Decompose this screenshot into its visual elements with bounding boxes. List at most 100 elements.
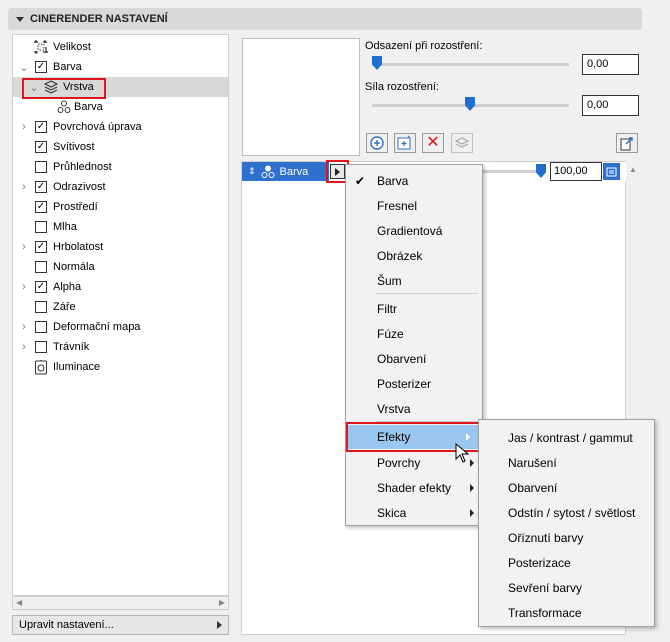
submenu-item[interactable]: Narušení [479, 451, 654, 475]
delete-icon: ✕ [426, 134, 440, 151]
tree-item-hrbolatost[interactable]: › ✓ Hrbolatost [13, 237, 228, 257]
duplicate-icon [454, 137, 470, 148]
tree-item-pruhlednost[interactable]: Průhlednost [13, 157, 228, 177]
collapsed-chevron-icon[interactable]: › [19, 121, 29, 133]
layer-mode-button[interactable] [603, 163, 620, 180]
layer-row-selected[interactable]: ⇕ Barva [242, 162, 329, 181]
checkbox[interactable] [35, 301, 47, 313]
menu-item-vrstva[interactable]: Vrstva [346, 397, 482, 421]
add-shader-button[interactable] [366, 133, 388, 153]
export-button[interactable] [616, 133, 638, 153]
menu-item-label: Obrázek [377, 249, 423, 263]
checkbox[interactable]: ✓ [35, 141, 47, 153]
expanded-chevron-icon[interactable]: ⌄ [19, 62, 29, 74]
checkbox[interactable]: ✓ [35, 241, 47, 253]
layer-opacity-thumb[interactable] [536, 164, 546, 178]
tree-item-povrchova-uprava[interactable]: › ✓ Povrchová úprava [13, 117, 228, 137]
submenu-item[interactable]: Odstín / sytost / světlost [479, 501, 654, 525]
tree-item-barva[interactable]: ⌄ ✓ Barva [13, 57, 228, 77]
drag-handle-icon[interactable]: ⇕ [248, 166, 256, 177]
menu-item-obrazek[interactable]: Obrázek [346, 244, 482, 268]
tree-horizontal-scrollbar[interactable]: ◀ ▶ [12, 596, 229, 610]
checkbox[interactable] [35, 341, 47, 353]
submenu-item[interactable]: Jas / kontrast / gammut [479, 426, 654, 450]
illumination-icon [34, 359, 48, 378]
menu-item-posterizer[interactable]: Posterizer [346, 372, 482, 396]
tree-item-deformacni-mapa[interactable]: › Deformační mapa [13, 317, 228, 337]
blur-offset-label: Odsazení při rozostření: [365, 40, 483, 52]
menu-item-skica[interactable]: Skica [346, 501, 482, 525]
menu-item-sum[interactable]: Šum [346, 269, 482, 293]
collapse-triangle-icon [16, 16, 24, 22]
layer-opacity-input[interactable]: 100,00 [550, 162, 602, 181]
blend-mode-icon [606, 167, 617, 177]
checkmark-icon: ✔ [355, 174, 366, 188]
blur-offset-input[interactable]: 0,00 [582, 54, 639, 75]
menu-item-label: Posterizer [377, 377, 432, 391]
menu-item-label: Povrchy [377, 456, 421, 470]
checkbox[interactable] [35, 261, 47, 273]
tree-item-odrazivost[interactable]: › ✓ Odrazivost [13, 177, 228, 197]
collapsed-chevron-icon[interactable]: › [19, 181, 29, 193]
submenu-item[interactable]: Posterizace [479, 551, 654, 575]
submenu-item[interactable]: Obarvení [479, 476, 654, 500]
checkbox[interactable]: ✓ [35, 201, 47, 213]
checkbox[interactable]: ✓ [35, 61, 47, 73]
tree-item-normala[interactable]: Normála [13, 257, 228, 277]
tree-item-prostredi[interactable]: ✓ Prostředí [13, 197, 228, 217]
tree-item-label: Průhlednost [53, 161, 112, 173]
submenu-item-label: Odstín / sytost / světlost [508, 506, 636, 520]
checkbox[interactable]: ✓ [35, 121, 47, 133]
tree-item-travnik[interactable]: › Trávník [13, 337, 228, 357]
menu-item-obarveni[interactable]: Obarvení [346, 347, 482, 371]
submenu-item[interactable]: Oříznutí barvy [479, 526, 654, 550]
tree-item-velikost[interactable]: Velikost [13, 37, 228, 57]
tree-item-svitivost[interactable]: ✓ Svítivost [13, 137, 228, 157]
blur-strength-label: Síla rozostření: [365, 81, 439, 93]
tree-item-zare[interactable]: Záře [13, 297, 228, 317]
material-preview [242, 38, 360, 156]
layer-opacity-slider[interactable] [482, 170, 542, 173]
menu-item-label: Filtr [377, 302, 397, 316]
tree-item-barva-sub[interactable]: Barva [13, 97, 228, 117]
blur-strength-input[interactable]: 0,00 [582, 95, 639, 116]
tree-item-iluminace[interactable]: Iluminace [13, 357, 228, 377]
add-layer-button[interactable] [394, 133, 416, 153]
collapsed-chevron-icon[interactable]: › [19, 241, 29, 253]
collapsed-chevron-icon[interactable]: › [19, 281, 29, 293]
menu-item-fuze[interactable]: Fúze [346, 322, 482, 346]
scroll-left-icon[interactable]: ◀ [16, 598, 22, 607]
delete-button[interactable]: ✕ [422, 133, 444, 153]
submenu-item[interactable]: Sevření barvy [479, 576, 654, 600]
checkbox[interactable]: ✓ [35, 281, 47, 293]
panel-header[interactable]: CINERENDER NASTAVENÍ [8, 8, 642, 30]
menu-item-fresnel[interactable]: Fresnel [346, 194, 482, 218]
blur-strength-thumb[interactable] [465, 97, 475, 111]
checkbox[interactable] [35, 221, 47, 233]
tree-item-label: Záře [53, 301, 76, 313]
checkbox[interactable] [35, 161, 47, 173]
menu-item-label: Barva [377, 174, 409, 188]
size-icon [33, 39, 49, 58]
scroll-up-icon[interactable]: ▲ [629, 165, 637, 174]
collapsed-chevron-icon[interactable]: › [19, 321, 29, 333]
annotation-highlight [22, 78, 106, 99]
blur-offset-thumb[interactable] [372, 56, 382, 70]
edit-settings-button[interactable]: Upravit nastavení... [12, 615, 229, 635]
tree-item-mlha[interactable]: Mlha [13, 217, 228, 237]
blur-offset-slider[interactable] [372, 63, 569, 66]
menu-item-shader-efekty[interactable]: Shader efekty [346, 476, 482, 500]
checkbox[interactable]: ✓ [35, 181, 47, 193]
submenu-item-label: Jas / kontrast / gammut [508, 431, 633, 445]
tree-item-label: Mlha [53, 221, 77, 233]
duplicate-button[interactable] [451, 133, 473, 153]
menu-item-barva[interactable]: ✔ Barva [346, 169, 482, 193]
tree-item-alpha[interactable]: › ✓ Alpha [13, 277, 228, 297]
menu-item-gradientova[interactable]: Gradientová [346, 219, 482, 243]
menu-item-filtr[interactable]: Filtr [346, 297, 482, 321]
submenu-item-label: Sevření barvy [508, 581, 583, 595]
scroll-right-icon[interactable]: ▶ [219, 598, 225, 607]
checkbox[interactable] [35, 321, 47, 333]
collapsed-chevron-icon[interactable]: › [19, 341, 29, 353]
submenu-item[interactable]: Transformace [479, 601, 654, 625]
